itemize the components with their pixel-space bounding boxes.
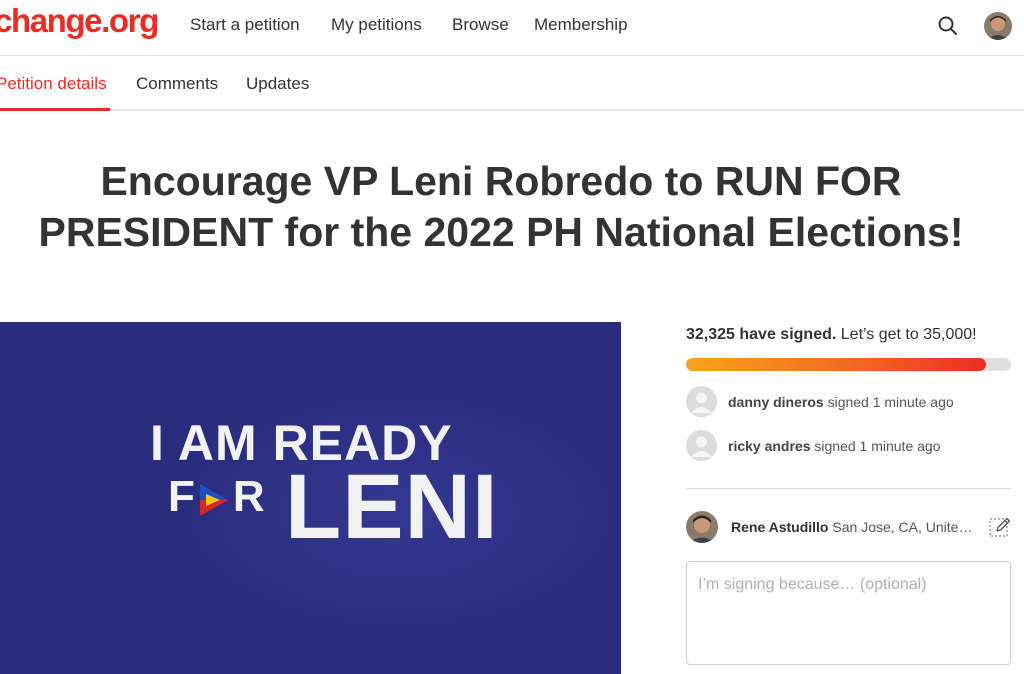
- signature-progress-bar: [686, 358, 1011, 371]
- petition-image: I AM READY F R LENI: [0, 322, 621, 674]
- nav-browse[interactable]: Browse: [452, 15, 509, 35]
- default-avatar-icon: [686, 386, 717, 417]
- signing-reason-input[interactable]: [686, 561, 1011, 665]
- divider: [686, 488, 1011, 489]
- recent-signer: danny dineros signed 1 minute ago: [686, 386, 1016, 418]
- edit-icon[interactable]: [988, 515, 1012, 539]
- hero-text-leni: LENI: [285, 456, 499, 558]
- signature-progress-fill: [686, 358, 987, 371]
- nav-my-petitions[interactable]: My petitions: [331, 15, 422, 35]
- tab-petition-details[interactable]: Petition details: [0, 74, 107, 94]
- user-avatar[interactable]: [984, 12, 1012, 40]
- signer-name: danny dineros: [728, 394, 824, 410]
- active-tab-indicator: [0, 108, 110, 111]
- default-avatar-icon: [686, 430, 717, 461]
- tab-comments[interactable]: Comments: [136, 74, 218, 94]
- search-icon[interactable]: [936, 14, 960, 38]
- hero-text-for: F R: [168, 472, 265, 522]
- change-org-logo[interactable]: change.org: [0, 2, 159, 40]
- signature-count: 32,325 have signed. Let’s get to 35,000!: [686, 326, 977, 344]
- recent-signer-text: danny dineros signed 1 minute ago: [728, 394, 954, 410]
- top-navigation: change.org Start a petition My petitions…: [0, 0, 1024, 56]
- signature-goal: Let’s get to 35,000!: [840, 326, 977, 343]
- hero-for-f: F: [168, 472, 195, 521]
- hero-for-r: R: [232, 472, 265, 521]
- nav-membership[interactable]: Membership: [534, 15, 628, 35]
- petition-title: Encourage VP Leni Robredo to RUN FOR PRE…: [38, 158, 964, 255]
- signature-count-value: 32,325 have signed.: [686, 326, 837, 343]
- signer-action: signed 1 minute ago: [827, 394, 954, 410]
- nav-start-petition[interactable]: Start a petition: [190, 15, 300, 35]
- signer-name: ricky andres: [728, 438, 811, 454]
- recent-signer-text: ricky andres signed 1 minute ago: [728, 438, 940, 454]
- current-user-location: San Jose, CA, United States: [832, 519, 976, 535]
- signer-action: signed 1 minute ago: [814, 438, 941, 454]
- current-user-info: Rene Astudillo San Jose, CA, United Stat…: [731, 519, 976, 535]
- tab-updates[interactable]: Updates: [246, 74, 309, 94]
- current-user-avatar: [686, 511, 718, 543]
- petition-tabs: Petition details Comments Updates: [0, 56, 1024, 111]
- recent-signer: ricky andres signed 1 minute ago: [686, 430, 1016, 462]
- current-user-name: Rene Astudillo: [731, 519, 829, 535]
- ph-flag-triangle-icon: [198, 479, 230, 516]
